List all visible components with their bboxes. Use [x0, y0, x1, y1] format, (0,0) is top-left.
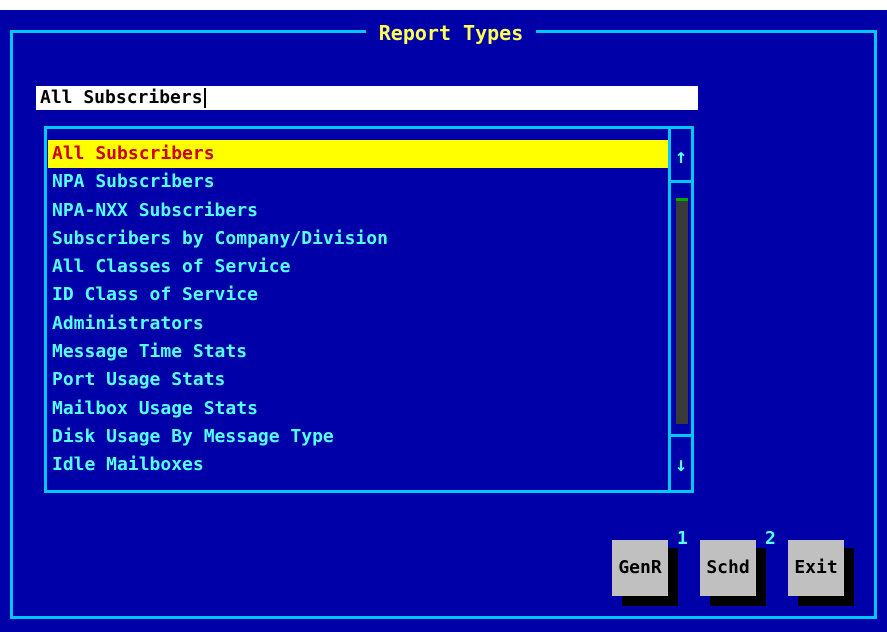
list-item-all-subscribers[interactable]: All Subscribers [48, 140, 668, 169]
list-item-mailbox-usage-stats[interactable]: Mailbox Usage Stats [48, 395, 668, 423]
list-item-npa-nxx-subscribers[interactable]: NPA-NXX Subscribers [48, 197, 668, 225]
report-type-input-value: All Subscribers [40, 87, 203, 108]
scrollbar-track[interactable] [676, 198, 688, 424]
report-type-input[interactable]: All Subscribers [36, 86, 698, 110]
arrow-down-icon[interactable]: ↓ [671, 442, 691, 486]
scrollbar-separator-bottom [671, 434, 691, 437]
list-item-all-classes-of-service[interactable]: All Classes of Service [48, 253, 668, 281]
list-item-subscribers-by-company[interactable]: Subscribers by Company/Division [48, 225, 668, 253]
scrollbar-separator-top [671, 180, 691, 183]
report-type-list[interactable]: All Subscribers NPA Subscribers NPA-NXX … [48, 140, 668, 485]
text-cursor [203, 88, 206, 108]
schd-button[interactable]: Schd [700, 540, 756, 596]
list-item-npa-subscribers[interactable]: NPA Subscribers [48, 168, 668, 196]
list-item-port-usage-stats[interactable]: Port Usage Stats [48, 366, 668, 394]
dos-screen: Report Types All Subscribers All Subscri… [0, 10, 887, 632]
list-item-message-time-stats[interactable]: Message Time Stats [48, 338, 668, 366]
arrow-up-icon[interactable]: ↑ [671, 134, 691, 178]
list-item-disk-usage-by-message-type[interactable]: Disk Usage By Message Type [48, 423, 668, 451]
exit-button[interactable]: Exit [788, 540, 844, 596]
genr-button[interactable]: GenR [612, 540, 668, 596]
list-item-id-class-of-service[interactable]: ID Class of Service [48, 281, 668, 309]
list-item-idle-mailboxes[interactable]: Idle Mailboxes [48, 451, 668, 479]
list-item-administrators[interactable]: Administrators [48, 310, 668, 338]
schd-hotkey: 2 [765, 528, 776, 549]
dialog-title: Report Types [366, 20, 536, 46]
genr-hotkey: 1 [677, 528, 688, 549]
